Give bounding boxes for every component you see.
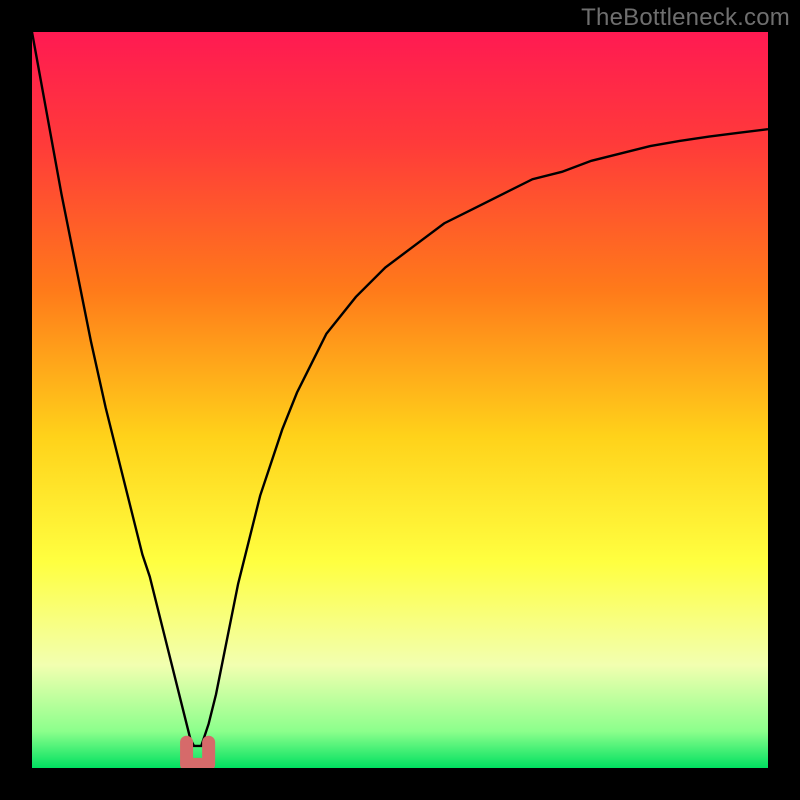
- watermark-text: TheBottleneck.com: [581, 4, 790, 32]
- plot-area: [32, 32, 768, 768]
- chart-svg: [32, 32, 768, 768]
- gradient-background: [32, 32, 768, 768]
- chart-frame: TheBottleneck.com: [0, 0, 800, 800]
